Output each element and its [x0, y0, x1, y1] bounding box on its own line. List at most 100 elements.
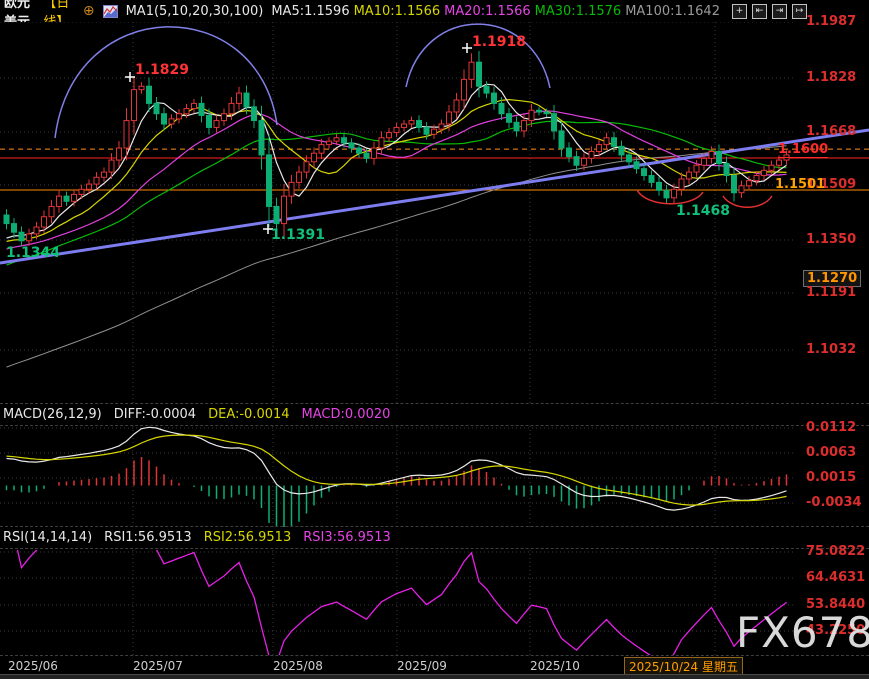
candle[interactable] [552, 114, 557, 131]
candle[interactable] [559, 131, 564, 148]
macd-title[interactable]: MACD(26,12,9) [3, 407, 102, 422]
candle[interactable] [109, 160, 114, 172]
main-price-chart[interactable]: 1.18291.19181.13441.13911.1468 [0, 22, 869, 403]
crosshair-icon[interactable]: ⊕ [83, 4, 95, 18]
candle[interactable] [694, 165, 699, 172]
candle[interactable] [184, 109, 189, 114]
candle[interactable] [619, 146, 624, 155]
candle[interactable] [634, 162, 639, 169]
candle[interactable] [57, 196, 62, 206]
candle[interactable] [357, 148, 362, 153]
candle[interactable] [199, 103, 204, 115]
candle[interactable] [72, 194, 77, 201]
kline-thumbnail-icon[interactable] [103, 5, 118, 18]
candle[interactable] [417, 121, 422, 128]
candle[interactable] [657, 182, 662, 190]
candle[interactable] [64, 196, 69, 201]
candle[interactable] [34, 227, 39, 234]
candle[interactable] [289, 182, 294, 196]
candle[interactable] [612, 138, 617, 147]
candle[interactable] [87, 184, 92, 189]
candle[interactable] [537, 110, 542, 112]
candle[interactable] [364, 153, 369, 158]
candle[interactable] [94, 177, 99, 184]
candle[interactable] [49, 206, 54, 216]
candle[interactable] [589, 151, 594, 158]
candle[interactable] [529, 110, 534, 120]
candle[interactable] [724, 164, 729, 176]
alert-price-label[interactable]: 1.1600 [778, 142, 828, 158]
candle[interactable] [214, 121, 219, 128]
rsi-title[interactable]: RSI(14,14,14) [3, 530, 92, 545]
candle[interactable] [514, 122, 519, 131]
candle[interactable] [102, 172, 107, 177]
candle[interactable] [319, 145, 324, 154]
candle[interactable] [664, 190, 669, 198]
candle[interactable] [769, 165, 774, 170]
candle[interactable] [732, 176, 737, 193]
candle[interactable] [169, 119, 174, 124]
candle[interactable] [312, 153, 317, 162]
candle[interactable] [147, 86, 152, 103]
candle[interactable] [334, 138, 339, 141]
candle[interactable] [642, 169, 647, 176]
candle[interactable] [432, 129, 437, 134]
alert-price-label[interactable]: 1.1501 [775, 177, 825, 192]
candle[interactable] [762, 170, 767, 175]
candle[interactable] [544, 112, 549, 114]
candle[interactable] [252, 107, 257, 121]
candle[interactable] [492, 93, 497, 103]
candle[interactable] [754, 176, 759, 181]
candle[interactable] [604, 138, 609, 145]
candle[interactable] [132, 90, 137, 121]
candle[interactable] [229, 103, 234, 113]
trendline[interactable] [0, 130, 869, 263]
candle[interactable] [439, 124, 444, 129]
candle[interactable] [702, 158, 707, 165]
candle[interactable] [222, 114, 227, 121]
candle[interactable] [372, 148, 377, 158]
candle[interactable] [259, 121, 264, 155]
candle[interactable] [567, 148, 572, 157]
candle[interactable] [387, 133, 392, 138]
candle[interactable] [342, 138, 347, 143]
candle[interactable] [627, 155, 632, 162]
candle[interactable] [499, 103, 504, 113]
candle[interactable] [777, 160, 782, 165]
candle[interactable] [574, 157, 579, 166]
compress-left-icon[interactable]: ⇤ [752, 4, 767, 19]
candle[interactable] [237, 93, 242, 103]
candle[interactable] [207, 115, 212, 127]
candle[interactable] [267, 155, 272, 207]
candle[interactable] [192, 103, 197, 108]
candle[interactable] [327, 141, 332, 144]
candle[interactable] [379, 138, 384, 148]
candle[interactable] [349, 143, 354, 148]
macd-indicator-chart[interactable] [0, 426, 869, 527]
candle[interactable] [747, 181, 752, 186]
candle[interactable] [409, 121, 414, 124]
candle[interactable] [19, 232, 24, 241]
compress-right-icon[interactable]: ⇥ [772, 4, 787, 19]
candle[interactable] [304, 162, 309, 172]
candle[interactable] [124, 121, 129, 148]
candle[interactable] [117, 148, 122, 160]
candle[interactable] [42, 217, 47, 227]
candle[interactable] [394, 127, 399, 132]
candle[interactable] [402, 124, 407, 127]
candle[interactable] [12, 224, 17, 233]
pan-tool-icon[interactable]: + [732, 4, 747, 19]
candle[interactable] [139, 86, 144, 89]
candle[interactable] [709, 151, 714, 158]
candle[interactable] [687, 172, 692, 179]
candle[interactable] [462, 79, 467, 100]
candle[interactable] [282, 196, 287, 223]
candle[interactable] [679, 179, 684, 189]
candle[interactable] [454, 100, 459, 112]
candle[interactable] [79, 189, 84, 194]
candle[interactable] [424, 127, 429, 134]
candle[interactable] [672, 189, 677, 198]
candle[interactable] [162, 114, 167, 124]
go-to-latest-icon[interactable]: ↦ [792, 4, 807, 19]
candle[interactable] [177, 114, 182, 119]
